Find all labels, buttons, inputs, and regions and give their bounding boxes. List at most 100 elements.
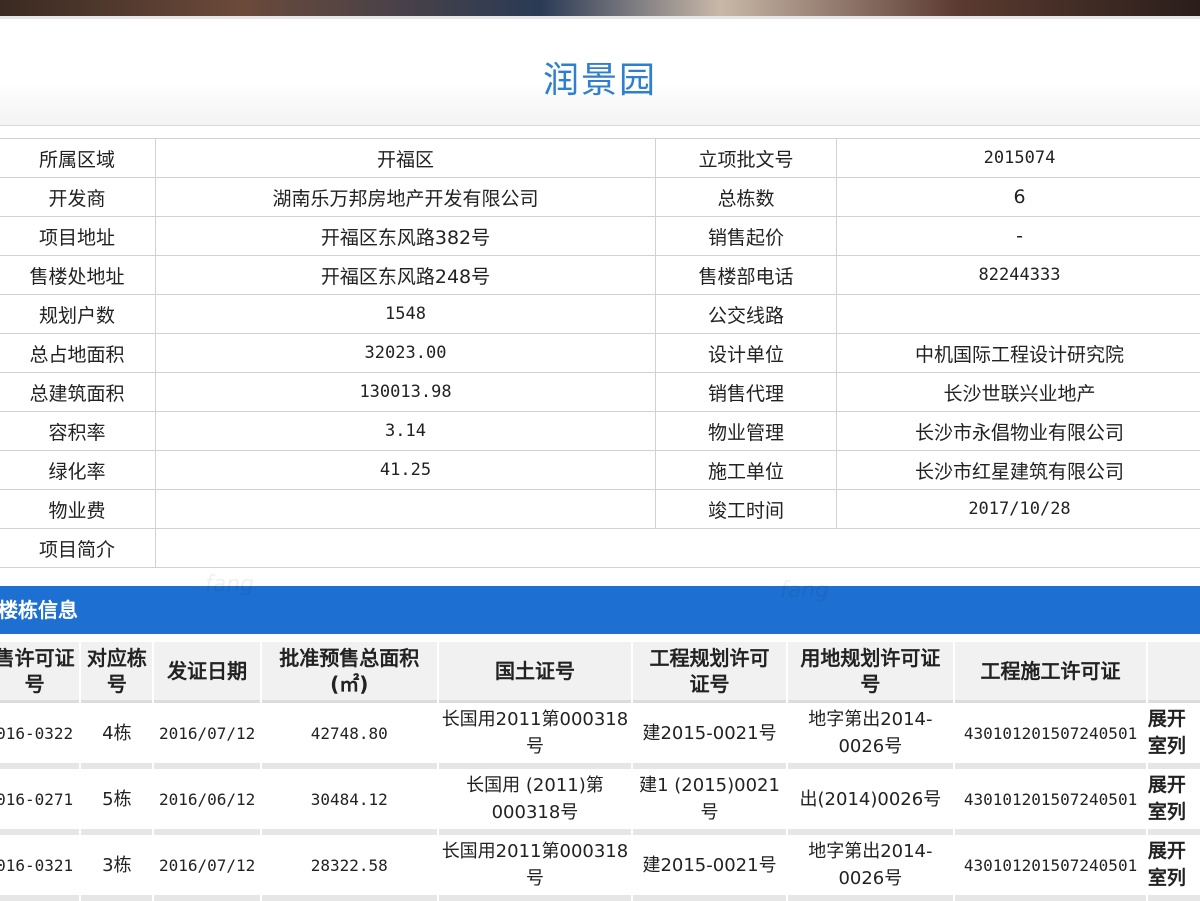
info-value: -: [837, 217, 1200, 256]
info-value: [156, 529, 1200, 568]
construction-permit-cell: 430101201507240501: [955, 769, 1146, 835]
presale-permit-cell: 016-0321: [0, 835, 79, 901]
column-header: 售许可证号: [0, 642, 79, 703]
info-label: 规划户数: [0, 295, 156, 334]
info-value: 130013.98: [156, 373, 656, 412]
info-label: 容积率: [0, 412, 156, 451]
building-cell: 5栋: [81, 769, 152, 835]
table-row: 016-02715栋2016/06/1230484.12长国用 (2011)第0…: [0, 769, 1200, 835]
info-value: 41.25: [156, 451, 656, 490]
info-label: 项目地址: [0, 217, 156, 256]
info-label: 项目简介: [0, 529, 156, 568]
info-label: 公交线路: [656, 295, 837, 334]
info-row: 售楼处地址开福区东风路248号售楼部电话82244333: [0, 256, 1200, 295]
info-label: 所属区域: [0, 139, 156, 178]
info-label: 总建筑面积: [0, 373, 156, 412]
expand-rooms-link[interactable]: 展开室列: [1148, 703, 1200, 769]
header-banner-image: [0, 0, 1200, 16]
info-value: 82244333: [837, 256, 1200, 295]
watermark-logo: fang: [205, 572, 254, 597]
info-label: 销售代理: [656, 373, 837, 412]
info-value: 6: [837, 178, 1200, 217]
column-header: [1148, 642, 1200, 703]
info-label: 销售起价: [656, 217, 837, 256]
info-row: 规划户数1548公交线路: [0, 295, 1200, 334]
info-row: 总占地面积32023.00设计单位中机国际工程设计研究院: [0, 334, 1200, 373]
info-label: 设计单位: [656, 334, 837, 373]
expand-rooms-link[interactable]: 展开室列: [1148, 769, 1200, 835]
construction-permit-cell: 430101201507240501: [955, 703, 1146, 769]
project-info-body: 所属区域开福区立项批文号2015074开发商湖南乐万邦房地产开发有限公司总栋数6…: [0, 139, 1200, 568]
page-title: 润景园: [0, 51, 1200, 103]
table-row: 016-03224栋2016/07/1242748.80长国用2011第0003…: [0, 703, 1200, 769]
land-plan-cell: 地字第出2014-0026号: [788, 835, 953, 901]
column-header: 批准预售总面积(㎡): [262, 642, 437, 703]
area-cell: 42748.80: [262, 703, 437, 769]
watermark-logo: fang: [780, 578, 829, 603]
info-label: 售楼处地址: [0, 256, 156, 295]
column-header: 发证日期: [154, 642, 260, 703]
plan-permit-cell: 建1 (2015)0021号: [633, 769, 785, 835]
building-cell: 3栋: [81, 835, 152, 901]
info-label: 绿化率: [0, 451, 156, 490]
info-value: 长沙市永倡物业有限公司: [837, 412, 1200, 451]
land-cert-cell: 长国用 (2011)第000318号: [439, 769, 632, 835]
expand-rooms-link[interactable]: 展开室列: [1148, 835, 1200, 901]
info-value: 开福区东风路248号: [156, 256, 656, 295]
info-row: 所属区域开福区立项批文号2015074: [0, 139, 1200, 178]
project-info-table: 所属区域开福区立项批文号2015074开发商湖南乐万邦房地产开发有限公司总栋数6…: [0, 138, 1200, 568]
plan-permit-cell: 建2015-0021号: [633, 703, 785, 769]
info-row: 容积率3.14物业管理长沙市永倡物业有限公司: [0, 412, 1200, 451]
issue-date-cell: 2016/06/12: [154, 769, 260, 835]
area-cell: 28322.58: [262, 835, 437, 901]
land-cert-cell: 长国用2011第000318号: [439, 835, 632, 901]
info-value: 湖南乐万邦房地产开发有限公司: [156, 178, 656, 217]
land-cert-cell: 长国用2011第000318号: [439, 703, 632, 769]
info-label: 总栋数: [656, 178, 837, 217]
construction-permit-cell: 430101201507240501: [955, 835, 1146, 901]
title-area: 润景园: [0, 19, 1200, 126]
info-value: 3.14: [156, 412, 656, 451]
building-info-header: 楼栋信息: [0, 586, 1200, 634]
info-value: 2017/10/28: [837, 490, 1200, 529]
column-header: 对应栋号: [81, 642, 152, 703]
info-value: 开福区: [156, 139, 656, 178]
info-row: 物业费 竣工时间2017/10/28: [0, 490, 1200, 529]
area-cell: 30484.12: [262, 769, 437, 835]
info-row: 开发商湖南乐万邦房地产开发有限公司总栋数6: [0, 178, 1200, 217]
issue-date-cell: 2016/07/12: [154, 835, 260, 901]
building-table-body: 016-03224栋2016/07/1242748.80长国用2011第0003…: [0, 703, 1200, 901]
info-value: 长沙世联兴业地产: [837, 373, 1200, 412]
info-label: 总占地面积: [0, 334, 156, 373]
info-value: 1548: [156, 295, 656, 334]
presale-permit-cell: 016-0271: [0, 769, 79, 835]
info-label: 物业费: [0, 490, 156, 529]
info-label: 售楼部电话: [656, 256, 837, 295]
building-table: 售许可证号对应栋号发证日期批准预售总面积(㎡)国土证号工程规划许可证号用地规划许…: [0, 642, 1200, 901]
info-value: [837, 295, 1200, 334]
land-plan-cell: 出(2014)0026号: [788, 769, 953, 835]
info-value: 开福区东风路382号: [156, 217, 656, 256]
info-value: 中机国际工程设计研究院: [837, 334, 1200, 373]
section-title: 楼栋信息: [0, 586, 78, 634]
issue-date-cell: 2016/07/12: [154, 703, 260, 769]
table-row: 016-03213栋2016/07/1228322.58长国用2011第0003…: [0, 835, 1200, 901]
column-header: 工程施工许可证: [955, 642, 1146, 703]
column-header: 国土证号: [439, 642, 632, 703]
info-value: 32023.00: [156, 334, 656, 373]
info-row: 绿化率41.25施工单位长沙市红星建筑有限公司: [0, 451, 1200, 490]
land-plan-cell: 地字第出2014-0026号: [788, 703, 953, 769]
info-label: 施工单位: [656, 451, 837, 490]
info-label: 物业管理: [656, 412, 837, 451]
info-value: [156, 490, 656, 529]
info-row: 总建筑面积130013.98销售代理长沙世联兴业地产: [0, 373, 1200, 412]
plan-permit-cell: 建2015-0021号: [633, 835, 785, 901]
presale-permit-cell: 016-0322: [0, 703, 79, 769]
info-label: 竣工时间: [656, 490, 837, 529]
info-value: 2015074: [837, 139, 1200, 178]
info-row: 项目地址开福区东风路382号销售起价-: [0, 217, 1200, 256]
info-label: 立项批文号: [656, 139, 837, 178]
building-table-header: 售许可证号对应栋号发证日期批准预售总面积(㎡)国土证号工程规划许可证号用地规划许…: [0, 642, 1200, 703]
column-header: 工程规划许可证号: [633, 642, 785, 703]
column-header: 用地规划许可证号: [788, 642, 953, 703]
